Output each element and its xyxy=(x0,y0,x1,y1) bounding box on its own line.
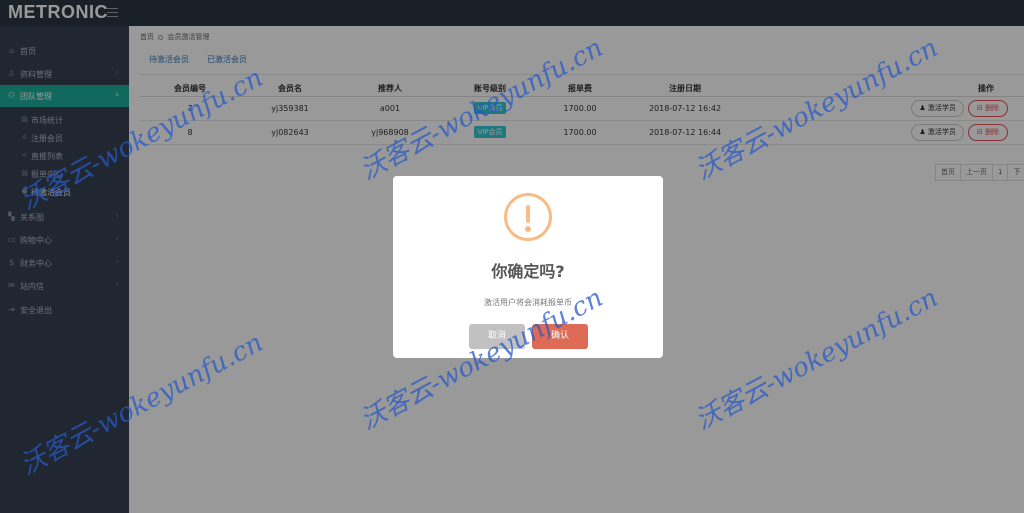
dialog-message: 激活用户将会消耗报单币 xyxy=(484,298,572,307)
dialog-title: 你确定吗? xyxy=(491,262,565,281)
confirm-dialog: 你确定吗? 激活用户将会消耗报单币 取消 确认 xyxy=(393,176,663,358)
cancel-button[interactable]: 取消 xyxy=(469,324,525,349)
warning-icon xyxy=(504,193,552,241)
confirm-button[interactable]: 确认 xyxy=(532,324,588,349)
